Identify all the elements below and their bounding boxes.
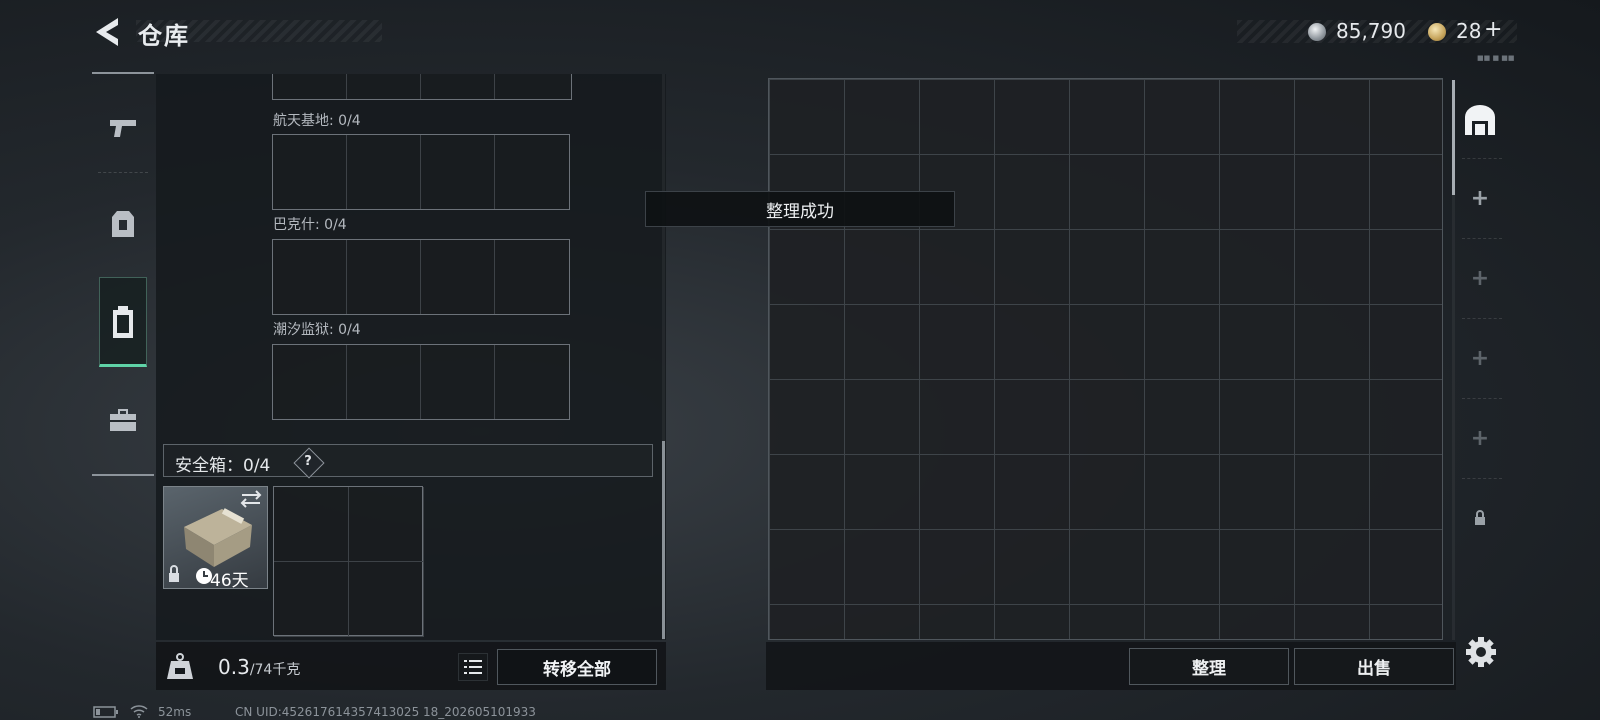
nav-armor[interactable]	[92, 182, 154, 266]
weight-button[interactable]	[165, 651, 195, 681]
weight-readout: 0.3/74千克	[218, 655, 300, 679]
uid-text: CN UID:452617614357413025 18_20260510193…	[235, 705, 536, 719]
gold-amount: 28	[1456, 19, 1482, 43]
ping-text: 52ms	[158, 705, 192, 719]
plus-icon: +	[1470, 345, 1490, 371]
gear-icon	[1466, 637, 1496, 667]
silver-coin-icon	[1308, 23, 1326, 41]
safe-box-label: 安全箱：0/4	[175, 456, 271, 476]
warehouse-icon	[1465, 105, 1495, 135]
plus-icon: +	[1470, 425, 1490, 451]
container-slot-grid-partial	[272, 74, 572, 100]
weight-current: 0.3	[218, 655, 250, 679]
add-stash-tab-button-3[interactable]: +	[1458, 318, 1502, 398]
back-arrow-icon	[96, 18, 118, 46]
list-view-button[interactable]	[458, 653, 488, 681]
safe-slot-grid[interactable]	[273, 486, 424, 637]
armor-vest-icon	[112, 211, 134, 237]
stash-scrollbar[interactable]	[1452, 80, 1455, 195]
area-label-aerospace: 航天基地: 0/4	[273, 113, 361, 129]
gold-coin-icon	[1428, 23, 1446, 41]
sell-button[interactable]: 出售	[1294, 648, 1454, 685]
area-slot-grid-aerospace[interactable]	[272, 134, 570, 210]
toolbox-icon	[110, 409, 136, 431]
page-title: 仓库	[138, 22, 190, 50]
area-label-prison: 潮汐监狱: 0/4	[273, 322, 361, 338]
nav-bottom-line	[92, 474, 154, 476]
weight-kg-icon	[167, 653, 193, 679]
transfer-all-button[interactable]: 转移全部	[497, 649, 657, 685]
add-gold-button[interactable]: +	[1484, 17, 1502, 42]
weight-max: /74千克	[249, 662, 301, 678]
settings-button[interactable]	[1465, 636, 1497, 668]
nav-separator	[98, 172, 148, 173]
nav-toolbox[interactable]	[92, 378, 154, 462]
help-question-icon: ?	[304, 454, 312, 469]
tiny-label: ■■ ■ ■■	[1477, 54, 1515, 62]
nav-weapons[interactable]	[92, 86, 154, 170]
area-label-bakesh: 巴克什: 0/4	[273, 217, 347, 233]
plus-icon: +	[1470, 265, 1490, 291]
battery-icon	[93, 706, 118, 718]
backpack-icon	[113, 306, 133, 338]
add-stash-tab-button-4[interactable]: +	[1458, 398, 1502, 478]
nav-backpack[interactable]	[92, 280, 154, 364]
list-scrollbar[interactable]	[662, 441, 665, 639]
lock-icon	[1475, 510, 1485, 525]
lock-icon	[169, 573, 179, 582]
list-icon	[464, 660, 482, 674]
nav-top-line	[92, 72, 154, 74]
pistol-icon	[110, 120, 136, 137]
toast-message: 整理成功	[645, 191, 955, 227]
safe-duration: 46天	[210, 571, 249, 591]
stash-grid[interactable]	[768, 78, 1443, 640]
sort-button[interactable]: 整理	[1129, 648, 1289, 685]
add-stash-tab-button-2[interactable]: +	[1458, 238, 1502, 318]
wifi-icon	[130, 705, 148, 718]
swap-icon	[240, 490, 262, 508]
back-button[interactable]	[92, 16, 122, 48]
area-slot-grid-bakesh[interactable]	[272, 239, 570, 315]
plus-icon: +	[1470, 185, 1490, 211]
locked-stash-tab[interactable]	[1458, 478, 1502, 558]
stash-tab-main[interactable]	[1458, 80, 1502, 160]
silver-amount: 85,790	[1336, 19, 1406, 43]
area-slot-grid-prison[interactable]	[272, 344, 570, 420]
add-stash-tab-button[interactable]: +	[1458, 158, 1502, 238]
